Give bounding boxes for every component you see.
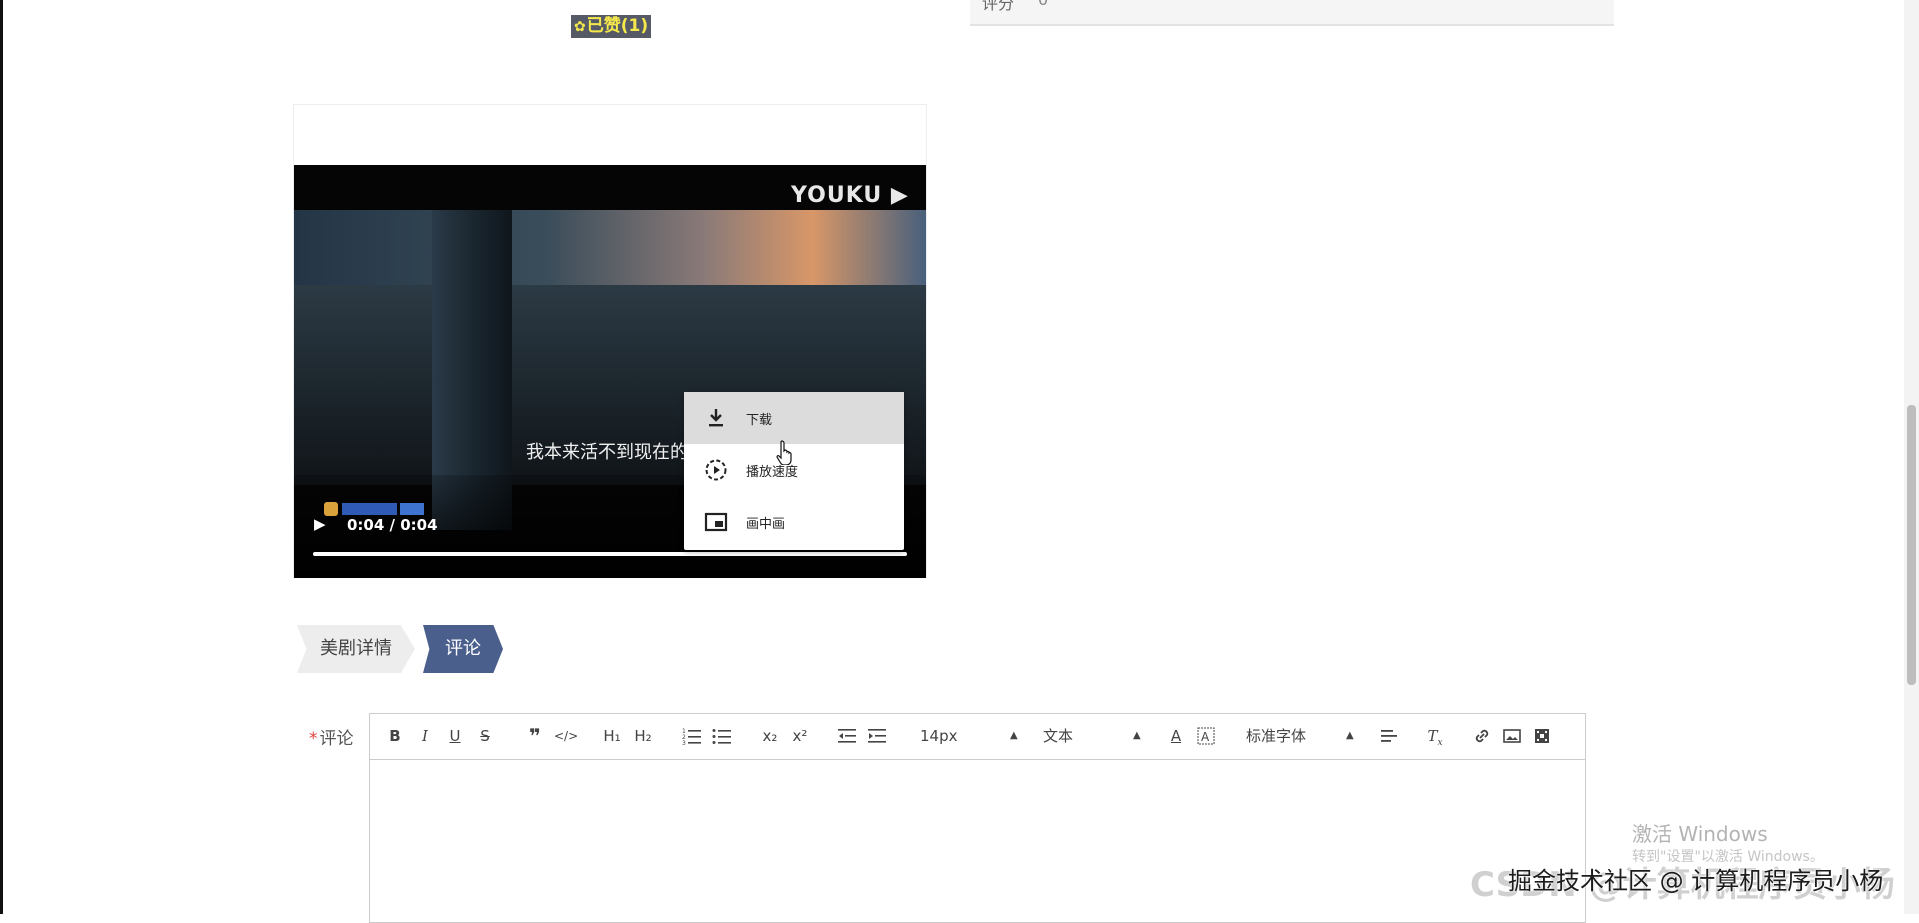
blockquote-icon[interactable]: ❞: [524, 725, 546, 747]
required-mark: *: [309, 729, 318, 749]
font-size-value: 14px: [920, 727, 958, 745]
align-left-icon[interactable]: [1378, 725, 1400, 747]
outdent-icon[interactable]: [836, 725, 858, 747]
link-icon[interactable]: [1471, 725, 1493, 747]
download-icon: [704, 406, 728, 430]
video-progress-bar[interactable]: [313, 552, 907, 556]
select-caret-icon: ▲: [1010, 730, 1018, 741]
video-icon[interactable]: [1531, 725, 1553, 747]
editor-toolbar: B I U S ❞ </> H₁ H₂ 123 x₂ x² 14px ▲ 文本 …: [370, 714, 1585, 760]
heading-1-button[interactable]: H₁: [600, 725, 624, 747]
image-icon[interactable]: [1501, 725, 1523, 747]
underline-button[interactable]: U: [444, 725, 466, 747]
select-caret-icon: ▲: [1346, 730, 1354, 741]
font-color-icon[interactable]: A: [1165, 725, 1187, 747]
font-size-select[interactable]: 14px ▲: [920, 725, 1020, 747]
heading-2-button[interactable]: H₂: [631, 725, 655, 747]
italic-button[interactable]: I: [414, 725, 436, 747]
video-time-display: 0:04 / 0:04: [347, 516, 438, 534]
superscript-button[interactable]: x²: [789, 725, 811, 747]
flower-icon: ✿: [574, 19, 586, 35]
like-label: 已赞(1): [586, 16, 649, 36]
menu-item-download[interactable]: 下载: [684, 392, 904, 444]
hand-cursor-icon: [776, 439, 796, 466]
scrollbar-thumb[interactable]: [1907, 405, 1916, 685]
windows-activation-title: 激活 Windows: [1632, 822, 1768, 846]
block-type-value: 文本: [1043, 727, 1074, 745]
rating-label: 评分: [982, 0, 1015, 13]
menu-item-label: 画中画: [746, 517, 786, 532]
juejin-watermark: 掘金技术社区 @ 计算机程序员小杨: [1508, 867, 1884, 895]
svg-text:A: A: [1201, 730, 1210, 744]
indent-icon[interactable]: [866, 725, 888, 747]
menu-item-picture-in-picture[interactable]: 画中画: [684, 496, 904, 548]
comment-rich-editor[interactable]: B I U S ❞ </> H₁ H₂ 123 x₂ x² 14px ▲ 文本 …: [369, 713, 1586, 923]
comment-field-label: * 评论: [309, 724, 354, 749]
playback-speed-icon: [704, 458, 728, 482]
ordered-list-icon[interactable]: 123: [681, 725, 703, 747]
left-window-border: [0, 0, 3, 914]
background-color-icon[interactable]: A: [1195, 725, 1217, 747]
menu-item-label: 下载: [746, 413, 773, 428]
video-subtitle: 我本来活不到现在的: [526, 442, 688, 463]
like-button[interactable]: ✿已赞(1): [571, 15, 652, 38]
picture-in-picture-icon: [704, 510, 728, 534]
rating-value: 0: [1038, 0, 1048, 9]
tab-show-details[interactable]: 美剧详情: [297, 625, 415, 673]
play-icon[interactable]: ▶: [314, 515, 326, 533]
font-family-select[interactable]: 标准字体 ▲: [1246, 725, 1356, 747]
bold-button[interactable]: B: [384, 725, 406, 747]
subscript-button[interactable]: x₂: [759, 725, 781, 747]
font-family-value: 标准字体: [1246, 727, 1307, 745]
comment-label-text: 评论: [319, 729, 354, 749]
code-block-icon[interactable]: </>: [554, 725, 578, 747]
bullet-list-icon[interactable]: [711, 725, 733, 747]
video-context-menu: 下载 播放速度 画中画: [684, 392, 904, 550]
tab-comments[interactable]: 评论: [423, 625, 503, 673]
block-type-select[interactable]: 文本 ▲: [1043, 725, 1143, 747]
clear-format-icon[interactable]: Tx: [1424, 725, 1446, 748]
strike-button[interactable]: S: [474, 725, 496, 747]
svg-text:3: 3: [682, 740, 686, 747]
select-caret-icon: ▲: [1133, 730, 1141, 741]
youku-logo: YOUKU ▶: [791, 183, 909, 208]
rating-panel: 评分 0: [970, 0, 1614, 26]
